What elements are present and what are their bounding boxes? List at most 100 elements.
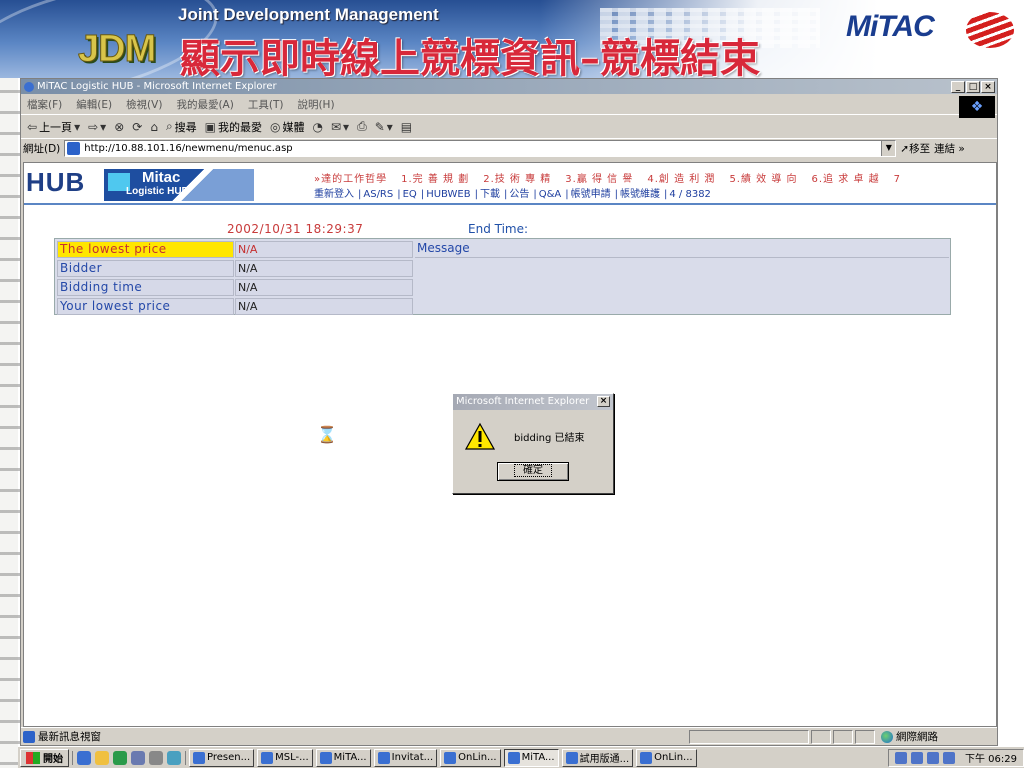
- nav-link[interactable]: 重新登入: [314, 189, 354, 200]
- outlook-icon[interactable]: [95, 750, 109, 765]
- discuss-button[interactable]: ▤: [401, 120, 412, 134]
- stop-button[interactable]: ⊗: [114, 120, 124, 134]
- volume-icon[interactable]: [895, 751, 907, 764]
- address-dropdown-icon[interactable]: ▼: [881, 141, 896, 156]
- bid-row-label: The lowest price: [57, 241, 234, 258]
- progress-pane: [689, 729, 809, 744]
- forward-button[interactable]: ⇨ ▾: [88, 120, 106, 134]
- bid-row: The lowest price N/A: [57, 241, 413, 259]
- dropdown-icon: ▾: [100, 119, 107, 134]
- edit-icon: ✎: [374, 119, 385, 134]
- dialog-titlebar[interactable]: Microsoft Internet Explorer ×: [453, 394, 613, 410]
- nav-link[interactable]: Q&A: [539, 189, 562, 200]
- maximize-button[interactable]: □: [966, 80, 980, 93]
- nav-link[interactable]: 帳號申請: [571, 189, 611, 200]
- end-time-label: End Time:: [468, 222, 529, 236]
- bid-table: The lowest price N/A Bidder N/A Bidding time…: [54, 238, 951, 315]
- taskbar-button[interactable]: OnLin...: [636, 748, 697, 767]
- media-player-icon[interactable]: [149, 750, 163, 765]
- home-button[interactable]: ⌂: [150, 120, 158, 134]
- dialog-close-button[interactable]: ×: [597, 396, 610, 407]
- history-button[interactable]: ◔: [313, 120, 323, 134]
- nav-link[interactable]: AS/RS: [363, 189, 393, 200]
- app-icon: [377, 751, 390, 764]
- back-arrow-icon: ⇦: [27, 119, 38, 134]
- address-bar: 網址(D) http://10.88.101.16/newmenu/menuc.…: [21, 138, 997, 158]
- edit-button[interactable]: ✎ ▾: [375, 120, 393, 134]
- tray-app-icon[interactable]: [943, 751, 955, 764]
- dialog-message: bidding 已結束: [514, 433, 585, 444]
- dropdown-icon: ▾: [74, 119, 81, 134]
- favorites-button[interactable]: ▣ 我的最愛: [205, 119, 262, 135]
- menu-favorites[interactable]: 我的最愛(A): [176, 97, 233, 112]
- taskbar-button[interactable]: Presen...: [189, 748, 255, 767]
- network-icon[interactable]: [911, 751, 923, 764]
- status-text: 最新訊息視窗: [21, 729, 689, 744]
- menu-edit[interactable]: 編輯(E): [76, 97, 112, 112]
- standard-toolbar: ⇦ 上一頁 ▾ ⇨ ▾ ⊗ ⟳ ⌂ ⌕ 搜尋 ▣ 我的最愛 ◎ 媒體 ◔ ✉ ▾ ⎙ ✎ ▾ ▤: [21, 114, 997, 138]
- busy-cursor-icon: ⌛: [317, 425, 337, 444]
- bid-row: Bidder N/A: [57, 260, 413, 278]
- taskbar-button[interactable]: MiTA...: [315, 748, 371, 767]
- bid-row-value: N/A: [235, 279, 413, 296]
- mitac-logistic-badge: Mitac Logistic HUB: [104, 169, 254, 201]
- address-label: 網址(D): [23, 143, 61, 155]
- go-button[interactable]: ➚移至: [900, 141, 930, 156]
- app-icon[interactable]: [167, 750, 181, 765]
- minimize-button[interactable]: _: [951, 80, 965, 93]
- address-input[interactable]: http://10.88.101.16/newmenu/menuc.asp ▼: [64, 140, 897, 157]
- taskbar-button[interactable]: 試用版通...: [561, 748, 634, 767]
- nav-links: 重新登入 | AS/RS | EQ | HUBWEB | 下載 | 公告 | Q&A | 帳號申請 | 帳號維護…: [314, 189, 711, 200]
- mail-button[interactable]: ✉ ▾: [331, 120, 349, 134]
- tray-app-icon[interactable]: [927, 751, 939, 764]
- menu-tools[interactable]: 工具(T): [248, 97, 284, 112]
- windows-logo-icon: [26, 751, 40, 764]
- address-url: http://10.88.101.16/newmenu/menuc.asp: [84, 143, 293, 154]
- links-button[interactable]: 連結 »: [934, 141, 965, 156]
- clock: 下午 06:29: [965, 754, 1017, 765]
- window-titlebar[interactable]: MiTAC Logistic HUB - Microsoft Internet …: [21, 79, 997, 94]
- ie-icon[interactable]: [77, 750, 91, 765]
- nav-link[interactable]: EQ: [403, 189, 417, 200]
- jdm-logo: JDM: [77, 28, 156, 71]
- back-button[interactable]: ⇦ 上一頁 ▾: [27, 119, 80, 135]
- security-zone: 網際網路: [877, 729, 997, 744]
- warning-icon: [465, 422, 495, 450]
- app-icon: [193, 751, 205, 764]
- show-desktop-icon[interactable]: [113, 750, 127, 765]
- media-button[interactable]: ◎ 媒體: [270, 119, 304, 135]
- page-icon: [67, 142, 81, 155]
- menu-help[interactable]: 說明(H): [297, 97, 334, 112]
- system-tray: 下午 06:29: [888, 748, 1024, 767]
- taskbar-button[interactable]: MiTA...: [503, 748, 559, 767]
- slide-heading: 顯示即時線上競標資訊–競標結束: [180, 35, 760, 78]
- dialog-title: Microsoft Internet Explorer: [456, 396, 590, 407]
- refresh-button[interactable]: ⟳: [132, 120, 142, 134]
- search-button[interactable]: ⌕ 搜尋: [166, 119, 197, 135]
- menu-view[interactable]: 檢視(V): [126, 97, 162, 112]
- taskbar-button[interactable]: Invitat...: [373, 748, 438, 767]
- nav-link[interactable]: 下載: [480, 189, 500, 200]
- philosophy-item: 6.追 求 卓 越: [811, 174, 880, 185]
- print-button[interactable]: ⎙: [357, 119, 367, 134]
- mail-icon: ✉: [330, 119, 342, 134]
- internet-globe-icon: [881, 730, 893, 743]
- ok-button[interactable]: 確定: [497, 462, 569, 481]
- nav-link[interactable]: 公告: [509, 189, 529, 200]
- bid-row-value: N/A: [235, 260, 413, 277]
- nav-link[interactable]: HUBWEB: [426, 189, 470, 200]
- close-button[interactable]: ×: [981, 80, 995, 93]
- philosophy-marquee: »達的工作哲學 1.完 善 規 劃 2.技 術 專 精 3.贏 得 信 譽 4.創 造 …: [314, 170, 915, 185]
- taskbar-button[interactable]: MSL-...: [257, 748, 313, 767]
- bid-row-value: N/A: [235, 241, 413, 258]
- app-icon: [444, 751, 457, 764]
- explorer-icon[interactable]: [131, 750, 145, 765]
- search-icon: ⌕: [165, 119, 173, 133]
- start-button[interactable]: 開始: [20, 748, 69, 767]
- menu-file[interactable]: 檔案(F): [27, 97, 62, 112]
- nav-link[interactable]: 帳號維護: [620, 189, 660, 200]
- page-content: HUB Mitac Logistic HUB »達的工作哲學 1.完 善 規 劃 2…: [23, 162, 997, 727]
- taskbar-button[interactable]: OnLin...: [440, 748, 501, 767]
- bid-row: Your lowest price N/A: [57, 298, 413, 316]
- taskbar: 開始 Presen... MSL-... MiTA... Invitat... OnLi…: [18, 746, 1024, 768]
